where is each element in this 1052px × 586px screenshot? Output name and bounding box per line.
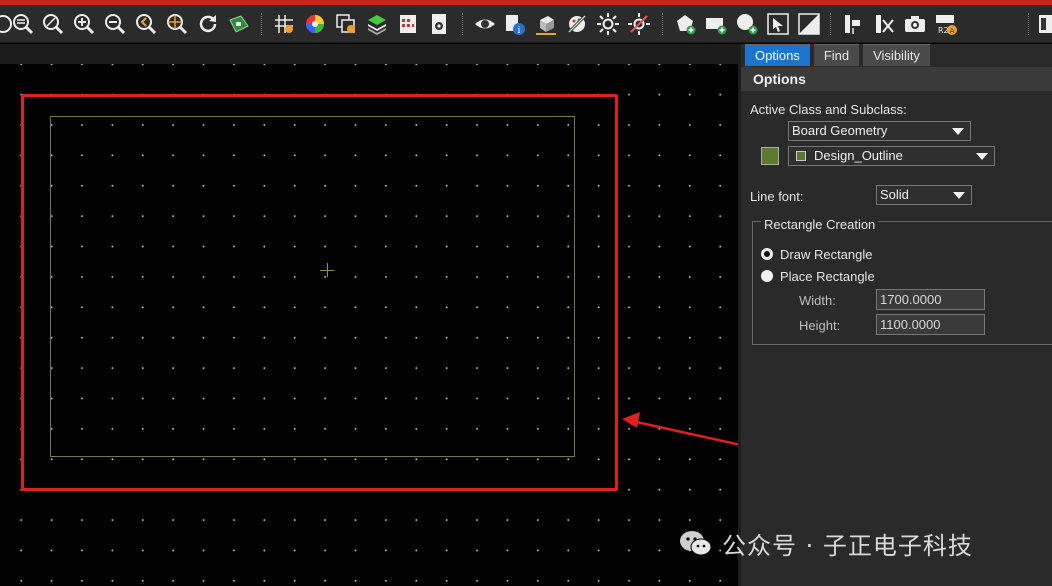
sun-icon[interactable] (595, 11, 621, 37)
chevron-down-icon (976, 153, 988, 160)
wechat-icon (680, 531, 712, 556)
zoom-fit-icon[interactable] (10, 11, 36, 37)
draw-rectangle-radio[interactable] (761, 248, 773, 260)
zoom-center-icon[interactable] (164, 11, 190, 37)
toolbar-separator (1028, 13, 1029, 35)
add-circle-icon[interactable] (734, 11, 760, 37)
toolbar-separator (662, 13, 663, 35)
height-label: Height: (799, 318, 841, 333)
design-canvas[interactable] (0, 44, 738, 586)
r2-report-icon[interactable]: R2 A (933, 11, 959, 37)
page-gear-icon[interactable] (426, 11, 452, 37)
toolbar-separator (462, 13, 463, 35)
width-label: Width: (799, 293, 836, 308)
toolbar-separator (261, 13, 262, 35)
draw-rectangle-label[interactable]: Draw Rectangle (780, 247, 873, 262)
add-rect-icon[interactable] (703, 11, 729, 37)
line-font-value: Solid (880, 187, 909, 202)
width-field[interactable]: 1700.0000 (876, 289, 985, 310)
zoom-out-icon[interactable] (102, 11, 128, 37)
board-3d-icon[interactable] (226, 11, 252, 37)
grid-icon[interactable] (271, 11, 297, 37)
cube-measure-icon[interactable] (533, 11, 559, 37)
active-class-label: Active Class and Subclass: (750, 102, 907, 117)
subclass-color-icon (796, 151, 806, 161)
chevron-down-icon (953, 192, 965, 199)
spreadsheet-icon[interactable] (395, 11, 421, 37)
refresh-icon[interactable] (195, 11, 221, 37)
color-wheel-icon[interactable] (302, 11, 328, 37)
subclass-dropdown[interactable]: Design_Outline (788, 146, 995, 166)
options-panel: Options Find Visibility Options Active C… (738, 44, 1052, 586)
tab-visibility[interactable]: Visibility (863, 44, 930, 66)
toolbar-separator (830, 13, 831, 35)
tab-find[interactable]: Find (813, 44, 860, 66)
subclass-color-swatch[interactable] (761, 147, 779, 165)
zoom-window-icon[interactable] (40, 11, 66, 37)
place-rectangle-radio[interactable] (761, 270, 773, 282)
class-dropdown-value: Board Geometry (792, 123, 888, 138)
class-dropdown[interactable]: Board Geometry (788, 121, 971, 141)
add-shape-icon[interactable] (672, 11, 698, 37)
pin-icon[interactable] (840, 11, 866, 37)
main-toolbar: i R2 A (0, 5, 1052, 43)
place-rectangle-label[interactable]: Place Rectangle (780, 269, 875, 284)
zoom-previous-icon[interactable] (133, 11, 159, 37)
line-font-label: Line font: (750, 189, 804, 204)
stack-icon[interactable] (364, 11, 390, 37)
zoom-in-icon[interactable] (71, 11, 97, 37)
watermark-text: 公众号 · 子正电子科技 (722, 531, 973, 560)
svg-text:i: i (518, 26, 521, 36)
line-font-dropdown[interactable]: Solid (876, 185, 972, 205)
info-icon[interactable]: i (502, 11, 528, 37)
palette-off-icon[interactable] (564, 11, 590, 37)
layer-copy-icon[interactable] (333, 11, 359, 37)
panel-icon[interactable] (1036, 11, 1052, 37)
tab-options[interactable]: Options (745, 44, 810, 66)
panel-header: Options (741, 67, 1052, 91)
panel-tabs: Options Find Visibility (745, 44, 930, 66)
subclass-dropdown-value: Design_Outline (814, 148, 903, 163)
eye-icon[interactable] (472, 11, 498, 37)
fill-icon[interactable] (796, 11, 822, 37)
height-field[interactable]: 1100.0000 (876, 314, 985, 335)
rectangle-creation-title: Rectangle Creation (761, 217, 879, 232)
camera-icon[interactable] (902, 11, 928, 37)
select-arrow-icon[interactable] (765, 11, 791, 37)
chevron-down-icon (952, 128, 964, 135)
tools-icon[interactable] (871, 11, 897, 37)
canvas-top-band (0, 44, 738, 64)
svg-text:A: A (950, 27, 955, 35)
watermark: 公众号 · 子正电子科技 (678, 525, 973, 561)
annotation-highlight-box (21, 94, 618, 491)
sun-off-icon[interactable] (626, 11, 652, 37)
